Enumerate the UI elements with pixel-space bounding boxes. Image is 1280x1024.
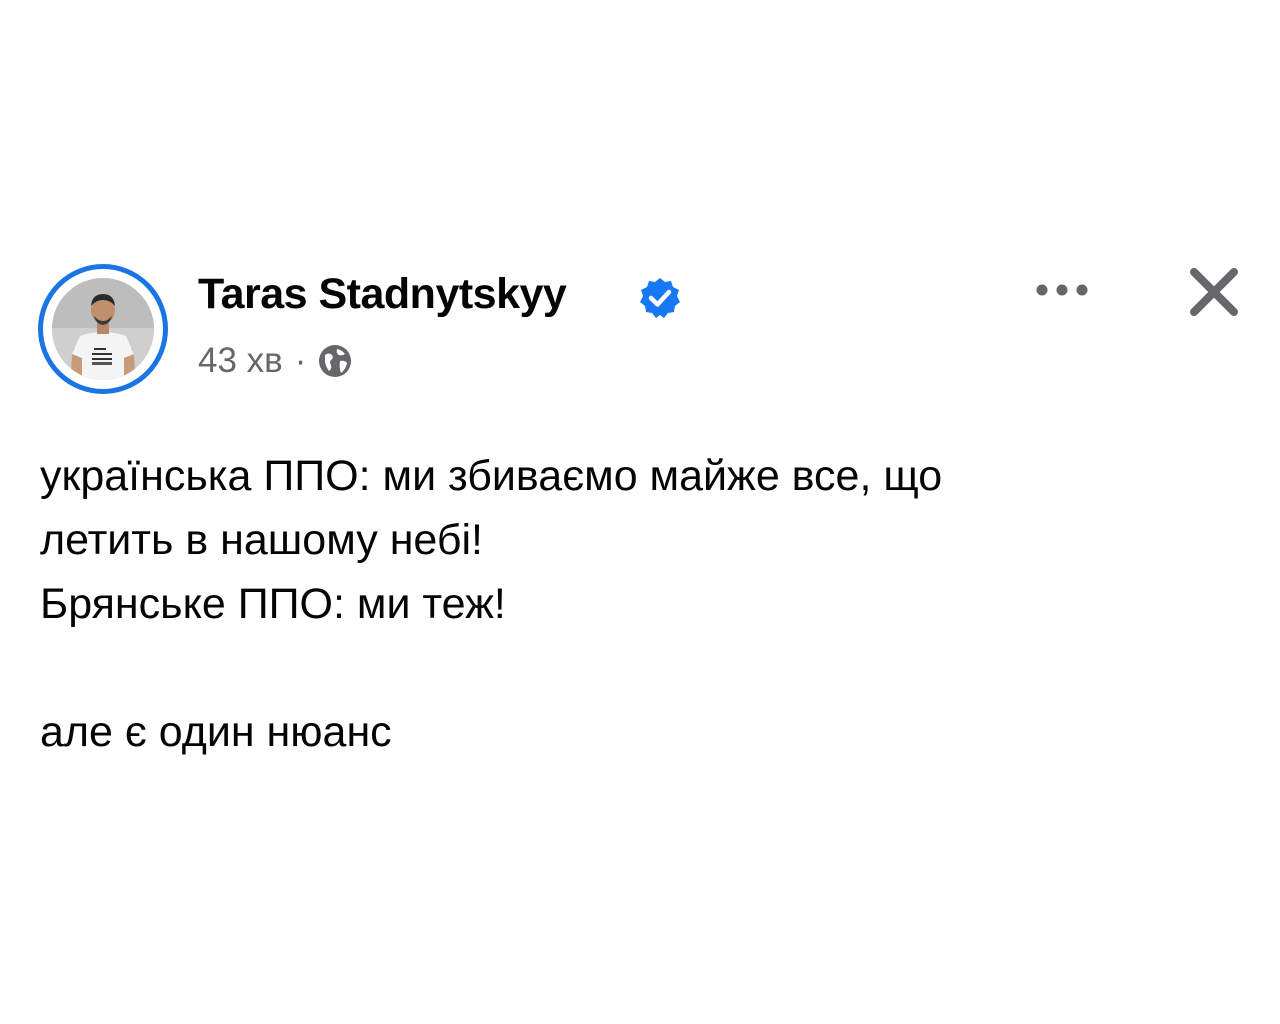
post-text-line: летить в нашому небі! bbox=[40, 516, 483, 564]
author-name[interactable]: Taras Stadnytskyy bbox=[198, 268, 567, 320]
more-options-icon bbox=[1036, 284, 1088, 296]
post-meta: 43 хв · bbox=[198, 338, 354, 384]
post-text-line: Брянське ППО: ми теж! bbox=[40, 580, 506, 628]
avatar-photo bbox=[52, 278, 154, 380]
post-body: українська ППО: ми збиваємо майже все, щ… bbox=[40, 444, 1220, 764]
verified-badge-icon bbox=[640, 278, 680, 318]
facebook-post: Taras Stadnytskyy 43 хв · українська ППО… bbox=[0, 0, 1280, 1024]
close-icon bbox=[1190, 268, 1238, 316]
avatar[interactable] bbox=[52, 278, 154, 380]
post-text-line: але є один нюанс bbox=[40, 708, 392, 756]
meta-separator: · bbox=[294, 341, 307, 380]
post-text-line: українська ППО: ми збиваємо майже все, щ… bbox=[40, 452, 943, 500]
more-options-button[interactable] bbox=[1030, 268, 1094, 312]
post-timestamp[interactable]: 43 хв bbox=[198, 341, 283, 381]
globe-icon[interactable] bbox=[316, 342, 354, 380]
close-button[interactable] bbox=[1180, 258, 1248, 326]
avatar-story-ring[interactable] bbox=[38, 264, 168, 394]
